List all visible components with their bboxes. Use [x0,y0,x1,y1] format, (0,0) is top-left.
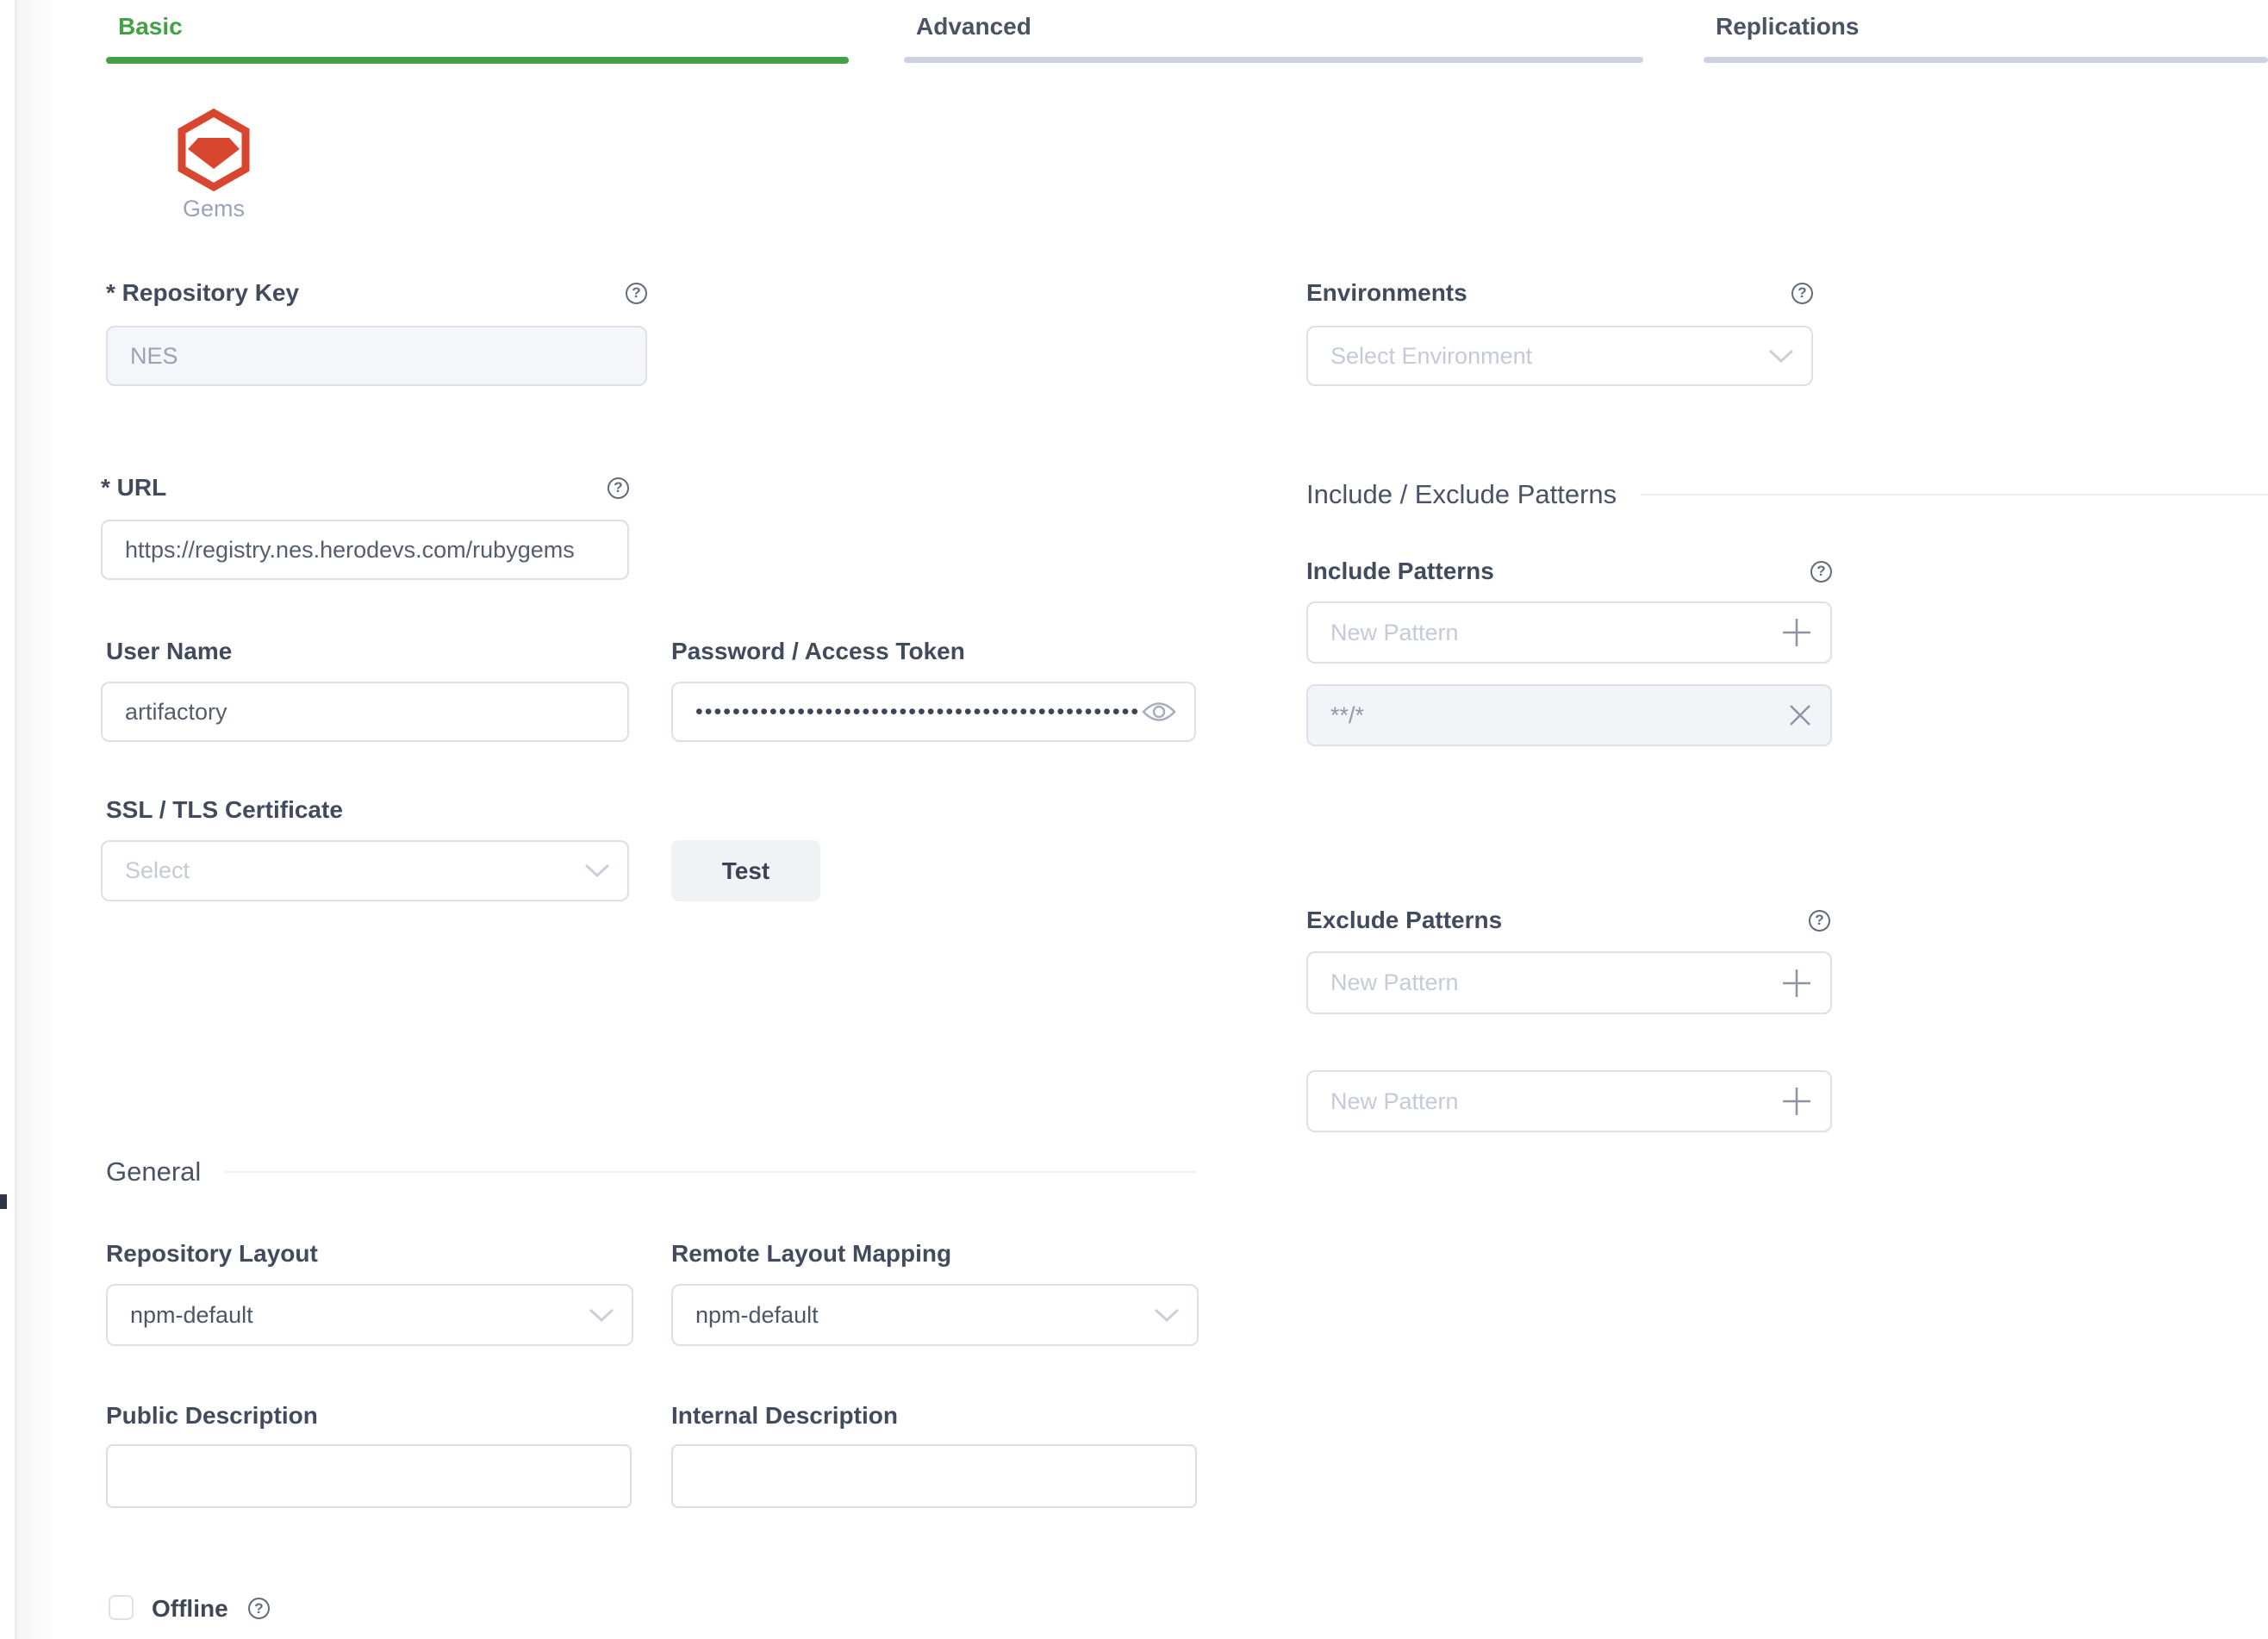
panel-left-shadow [16,0,54,1639]
password-input[interactable] [695,700,1141,725]
general-title: General [106,1156,201,1187]
include-pattern-item-fieldbox [1306,684,1832,746]
section-divider [1641,494,2268,495]
remote-layout-mapping-label: Remote Layout Mapping [671,1239,951,1268]
test-button[interactable]: Test [671,840,820,901]
environments-select-value: Select Environment [1330,343,1768,370]
repository-key-fieldbox [106,326,647,386]
repository-layout-select-value: npm-default [130,1302,589,1329]
tab-advanced-indicator [904,57,1643,63]
password-label: Password / Access Token [671,637,965,666]
package-type-label: Gems [169,196,259,222]
exclude-pattern-new-fieldbox-2 [1306,1070,1832,1132]
general-section-header: General [106,1156,1197,1187]
include-patterns-help-icon[interactable]: ? [1810,561,1832,583]
add-pattern-icon[interactable] [1780,1085,1813,1118]
repository-key-input[interactable] [130,343,628,370]
url-fieldbox [101,520,629,580]
exclude-patterns-label: Exclude Patterns [1306,906,1502,935]
tab-replications-label: Replications [1716,12,1859,41]
repository-layout-select[interactable]: npm-default [106,1284,633,1346]
eye-icon[interactable] [1141,700,1177,724]
tab-replications[interactable]: Replications [1704,0,2268,65]
user-name-fieldbox [101,682,629,742]
include-exclude-title: Include / Exclude Patterns [1306,479,1617,510]
user-name-label: User Name [106,637,232,666]
internal-description-textarea[interactable] [671,1444,1197,1508]
tab-advanced[interactable]: Advanced [904,0,1643,65]
offline-help-icon[interactable]: ? [248,1598,270,1619]
exclude-pattern-input[interactable] [1330,969,1780,996]
internal-description-label: Internal Description [671,1401,898,1430]
exclude-patterns-label-row: Exclude Patterns ? [1306,906,1830,935]
tab-basic-indicator [106,57,849,64]
tab-replications-indicator [1704,57,2268,63]
chevron-down-icon [1768,349,1794,364]
environments-select[interactable]: Select Environment [1306,326,1813,386]
tab-advanced-label: Advanced [916,12,1031,41]
exclude-pattern-new-fieldbox [1306,951,1832,1014]
password-fieldbox [671,682,1196,742]
chevron-down-icon [1154,1308,1180,1323]
public-description-label: Public Description [106,1401,318,1430]
section-divider [225,1171,1197,1173]
ssl-certificate-select[interactable]: Select [101,840,629,901]
repository-layout-label: Repository Layout [106,1239,318,1268]
remote-layout-mapping-select[interactable]: npm-default [671,1284,1199,1346]
ssl-certificate-select-value: Select [125,857,584,884]
include-patterns-label: Include Patterns [1306,557,1494,586]
repository-key-help-icon[interactable]: ? [626,283,647,304]
url-label: * URL [101,473,166,502]
include-pattern-new-fieldbox [1306,601,1832,664]
include-patterns-label-row: Include Patterns ? [1306,557,1832,586]
url-input[interactable] [125,537,610,564]
include-pattern-input[interactable] [1330,620,1780,646]
exclude-pattern-input-2[interactable] [1330,1088,1780,1115]
offline-checkbox[interactable] [109,1595,134,1620]
offline-label: Offline [152,1595,228,1623]
chevron-down-icon [584,863,610,878]
exclude-patterns-help-icon[interactable]: ? [1809,910,1830,932]
repository-key-label-row: * Repository Key ? [106,278,647,308]
include-pattern-item-input[interactable] [1330,702,1787,729]
public-description-textarea[interactable] [106,1444,632,1508]
include-exclude-section-header: Include / Exclude Patterns [1306,479,2268,510]
chevron-down-icon [589,1308,614,1323]
repository-settings-page: Basic Advanced Replications Gems * Repos… [0,0,2268,1639]
environments-help-icon[interactable]: ? [1791,283,1813,304]
add-pattern-icon[interactable] [1780,616,1813,649]
add-pattern-icon[interactable] [1780,967,1813,1000]
environments-label: Environments [1306,278,1467,308]
tab-basic[interactable]: Basic [106,0,849,65]
remove-pattern-icon[interactable] [1787,702,1813,728]
repository-key-label: * Repository Key [106,278,299,308]
clipped-background-text [0,1194,7,1209]
remote-layout-mapping-select-value: npm-default [695,1302,1154,1329]
gems-package-icon [178,109,250,191]
environments-label-row: Environments ? [1306,278,1813,308]
tab-basic-label: Basic [118,12,183,41]
url-help-icon[interactable]: ? [608,477,629,499]
ssl-certificate-label: SSL / TLS Certificate [106,795,343,825]
url-label-row: * URL ? [101,473,629,502]
user-name-input[interactable] [125,699,610,726]
